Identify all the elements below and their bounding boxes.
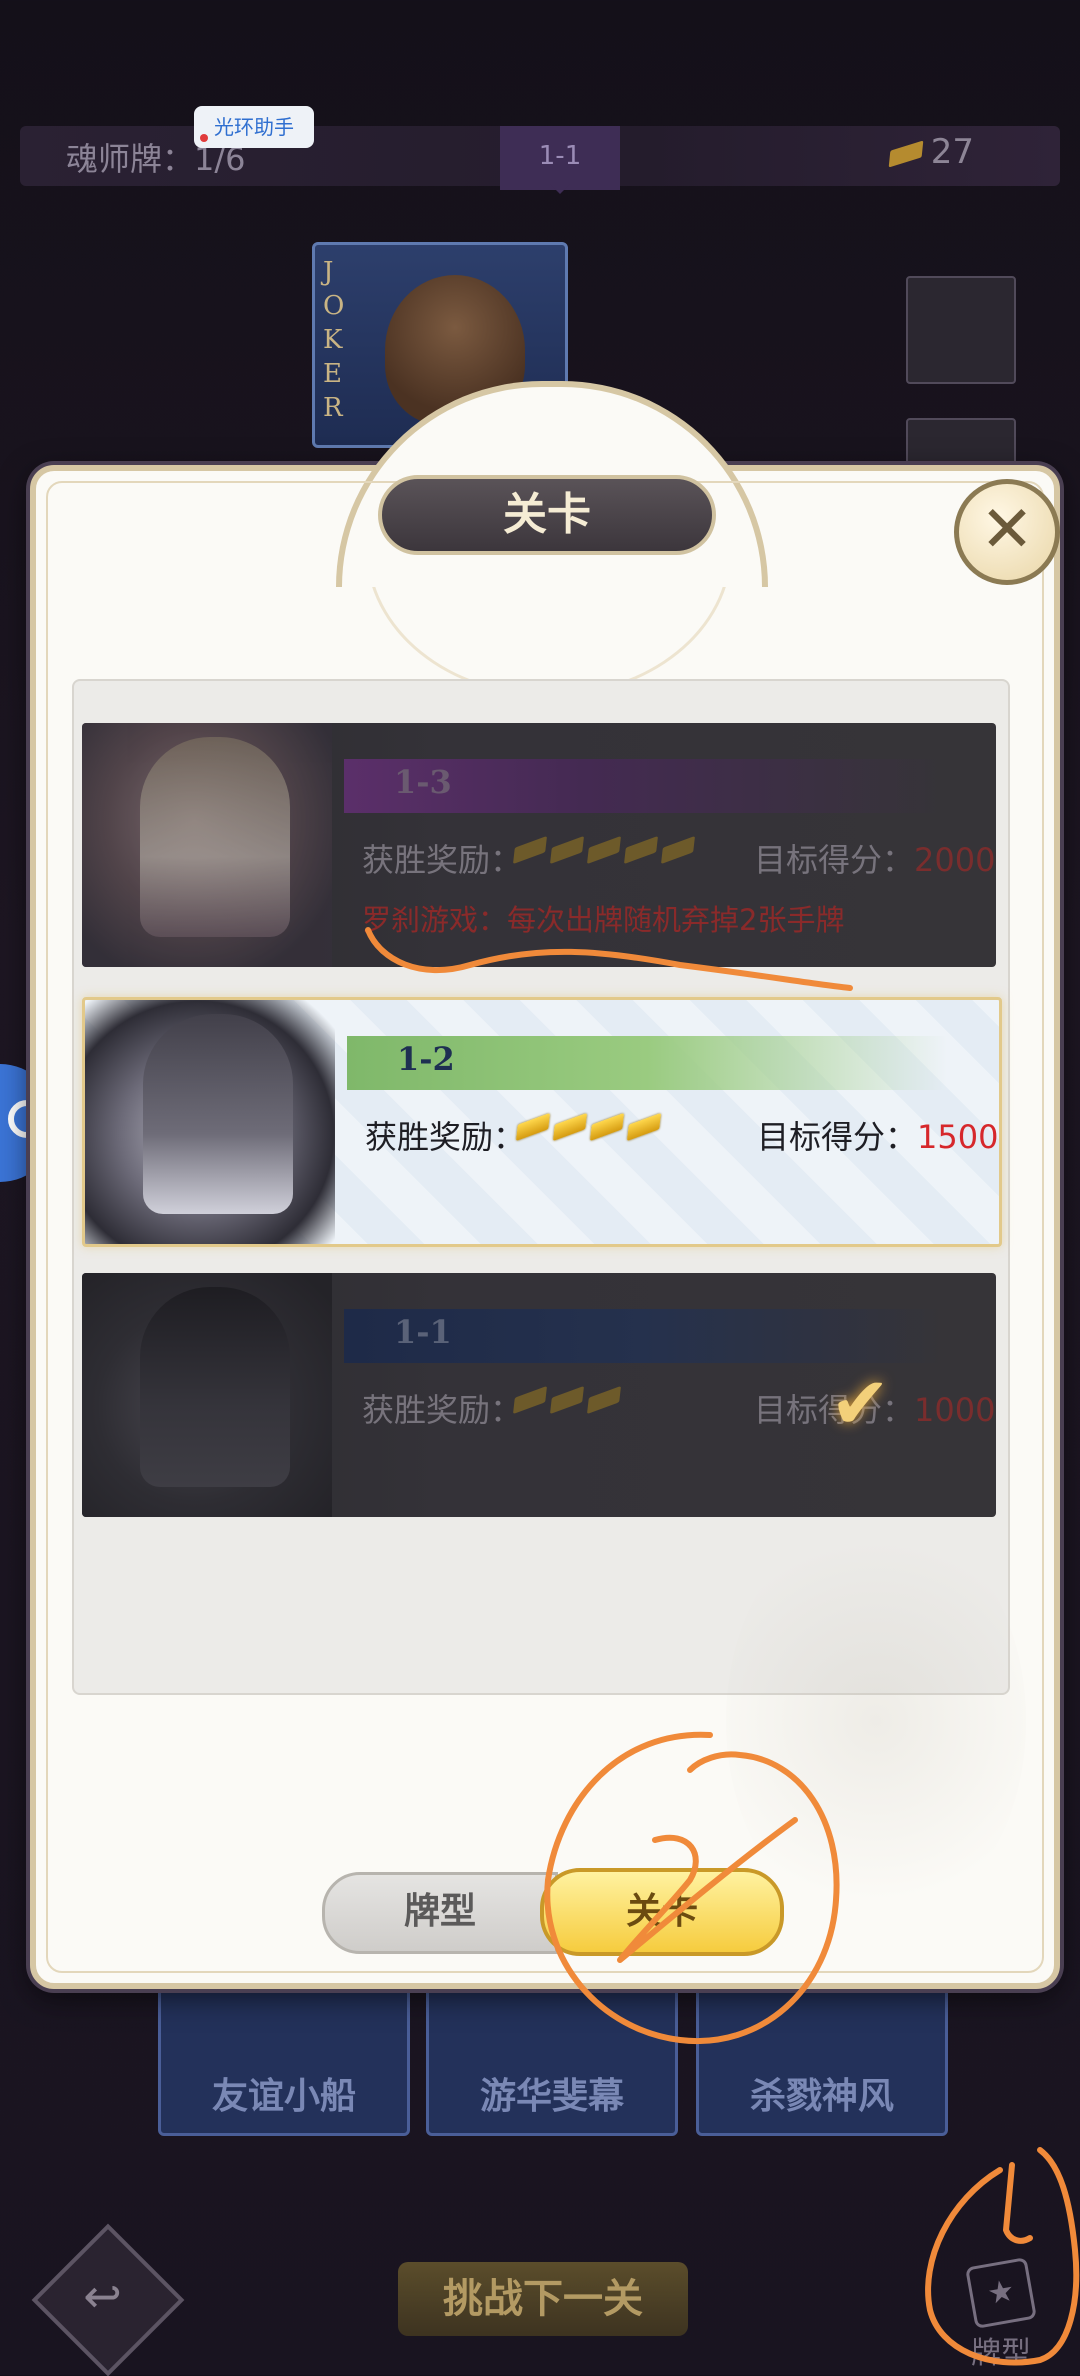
back-icon: ↩ — [83, 2268, 122, 2323]
bottom-card-label: 游华斐幕 — [479, 2075, 624, 2117]
level-number: 1-1 — [394, 1313, 452, 1351]
gold-counter: 27 — [888, 132, 974, 172]
gold-bar-icon — [586, 1385, 622, 1415]
gold-bar-icon — [512, 1385, 548, 1415]
target-value: 1500 — [917, 1118, 999, 1156]
gold-bar-icon — [660, 835, 696, 865]
assistant-notification-dot — [200, 134, 208, 142]
gold-bar-icon — [549, 835, 585, 865]
level-rule: 罗刹游戏：每次出牌随机弃掉2张手牌 — [362, 903, 845, 937]
watermark-figure — [726, 1511, 1026, 1931]
character-figure — [140, 1287, 290, 1487]
gold-bar-icon — [549, 1385, 585, 1415]
joker-letters: JOKER — [323, 257, 345, 423]
reward-label: 获胜奖励： — [365, 1118, 526, 1156]
gold-bar-icon — [589, 1112, 625, 1142]
gold-bar-icon — [515, 1112, 551, 1142]
next-level-button[interactable]: 挑战下一关 — [398, 2262, 688, 2336]
gold-bar-icon — [552, 1112, 588, 1142]
bottom-card-label: 友谊小船 — [211, 2075, 356, 2117]
corner-mark-annotation — [1003, 2162, 1033, 2244]
tab-levels[interactable]: 关卡 — [540, 1868, 784, 1956]
character-figure — [140, 737, 290, 937]
reward-label: 获胜奖励： — [362, 841, 523, 879]
deck-corner-label: 牌型 — [971, 2336, 1031, 2371]
target-score: 目标得分：1500 — [757, 1112, 998, 1158]
level-number: 1-3 — [394, 763, 452, 801]
tab-deck-type[interactable]: 牌型 — [322, 1872, 558, 1954]
assistant-badge[interactable]: 光环助手 — [194, 106, 314, 148]
reward-gold-bars — [512, 835, 701, 865]
reward-gold-bars — [512, 1385, 627, 1415]
gold-bar-icon — [586, 835, 622, 865]
character-figure — [143, 1014, 293, 1214]
level-card-1-3[interactable]: 1-3 获胜奖励： 目标得分：2000 罗刹游戏：每次出牌随机弃掉2张手牌 — [82, 723, 996, 967]
side-card-slot[interactable] — [906, 276, 1016, 384]
level-portrait — [85, 1000, 335, 1244]
gold-bar-icon — [888, 139, 924, 168]
gold-bar-icon — [626, 1112, 662, 1142]
target-value: 2000 — [914, 841, 996, 879]
level-card-1-1[interactable]: 1-1 获胜奖励： 目标得分：1000 ✔ — [82, 1273, 996, 1517]
back-button[interactable]: ↩ — [31, 2223, 185, 2376]
target-label: 目标得分： — [757, 1118, 918, 1156]
bottom-card-label: 杀戮神风 — [749, 2075, 894, 2117]
level-select-modal: 关卡 ✕ 1-3 获胜奖励： 目标得分：2000 罗刹游戏：每次出牌随机弃掉2张… — [30, 381, 1060, 1989]
close-icon[interactable]: ✕ — [954, 479, 1060, 585]
gold-value: 27 — [930, 132, 974, 172]
deck-corner-button[interactable]: ★ 牌型 — [948, 2257, 1054, 2372]
target-label: 目标得分： — [754, 841, 915, 879]
level-portrait — [82, 723, 332, 967]
gold-bar-icon — [623, 835, 659, 865]
level-portrait — [82, 1273, 332, 1517]
current-level-tab: 1-1 — [500, 126, 620, 194]
reward-label: 获胜奖励： — [362, 1391, 523, 1429]
deck-icon: ★ — [965, 2257, 1037, 2329]
modal-tabs: 牌型 关卡 — [322, 1868, 784, 1956]
level-card-1-2[interactable]: 1-2 获胜奖励： 目标得分：1500 — [82, 997, 1002, 1247]
target-score: 目标得分：2000 — [754, 835, 995, 881]
top-status-bar: 魂师牌：1/6 1-1 27 — [20, 126, 1060, 194]
modal-title: 关卡 — [378, 475, 716, 555]
gold-bar-icon — [512, 835, 548, 865]
reward-gold-bars — [515, 1112, 667, 1142]
target-value: 1000 — [914, 1391, 996, 1429]
level-number: 1-2 — [397, 1040, 455, 1078]
check-icon: ✔ — [830, 1361, 891, 1445]
